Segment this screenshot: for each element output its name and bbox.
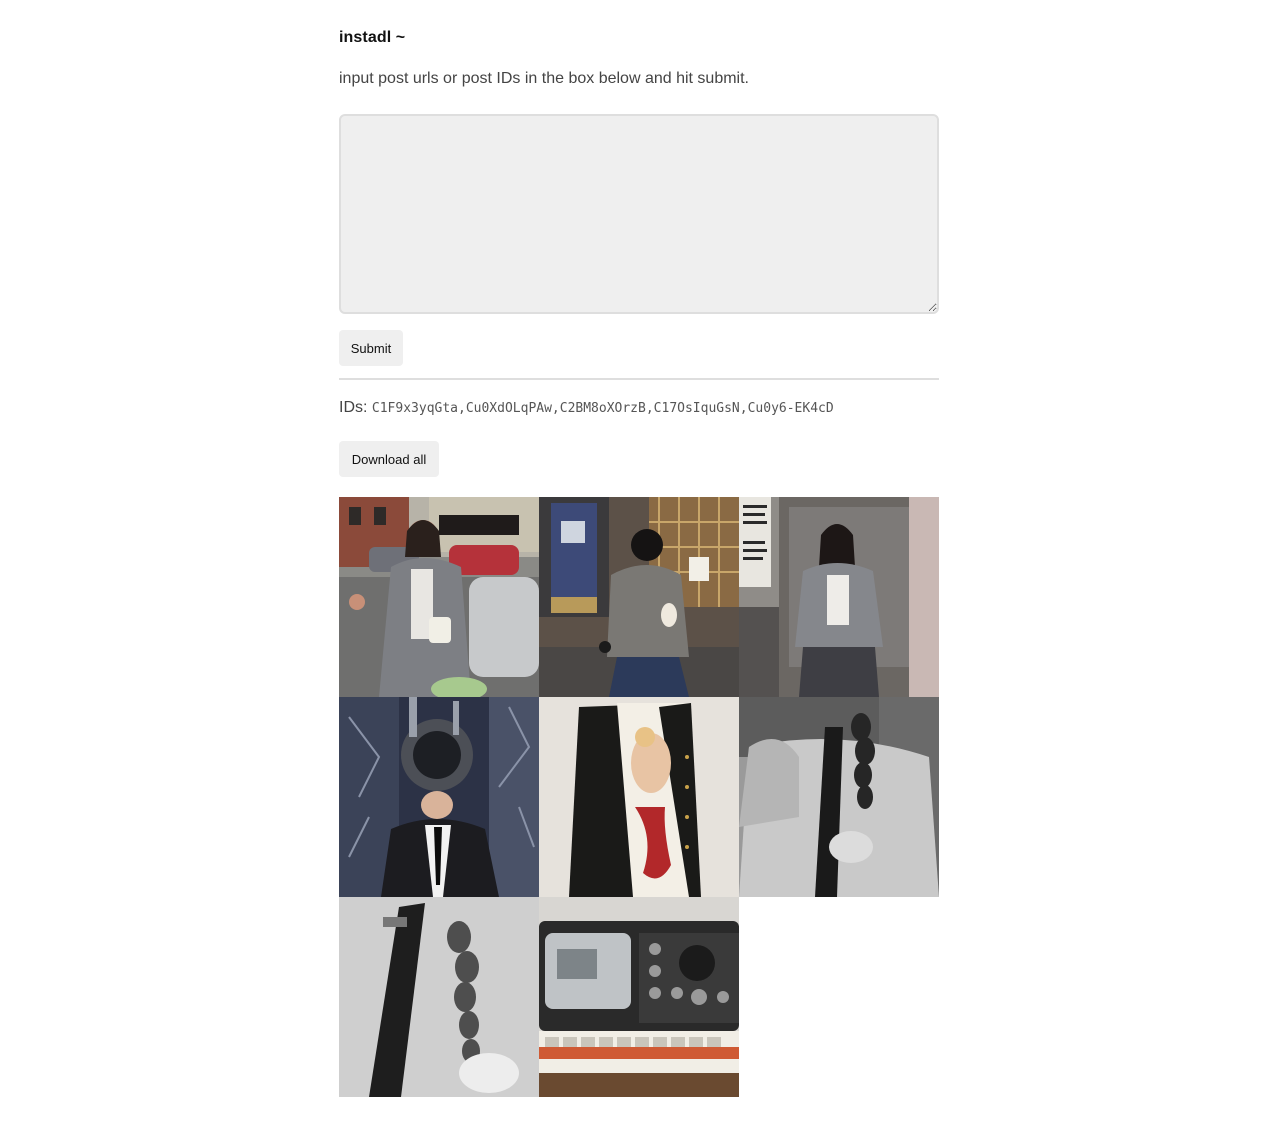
app-title: instadl ~ xyxy=(339,29,406,46)
photo-bw-braid-closeup xyxy=(339,897,539,1097)
ids-line: IDs: C1F9x3yqGta,Cu0XdOLqPAw,C2BM8oXOrzB… xyxy=(339,399,834,417)
instructions-text: input post urls or post IDs in the box b… xyxy=(339,70,749,87)
gallery-image-5[interactable] xyxy=(539,697,739,897)
photo-retro-tv-keyboard xyxy=(539,897,739,1097)
photo-bw-braid-rifle xyxy=(739,697,939,897)
photo-man-mechanical-helmet xyxy=(339,697,539,897)
gallery-image-3[interactable] xyxy=(739,497,939,697)
photo-street-woman-icecream xyxy=(339,497,539,697)
gallery-image-4[interactable] xyxy=(339,697,539,897)
gallery-image-7[interactable] xyxy=(339,897,539,1097)
gallery-image-2[interactable] xyxy=(539,497,739,697)
ids-label: IDs: xyxy=(339,399,368,416)
post-ids-textarea[interactable] xyxy=(339,114,939,314)
gallery-image-8[interactable] xyxy=(539,897,739,1097)
photo-woman-back-blue-door xyxy=(539,497,739,697)
gallery-image-1[interactable] xyxy=(339,497,539,697)
divider xyxy=(339,378,939,380)
ids-value: C1F9x3yqGta,Cu0XdOLqPAw,C2BM8oXOrzB,C17O… xyxy=(371,401,834,416)
gallery-image-6[interactable] xyxy=(739,697,939,897)
download-all-button[interactable]: Download all xyxy=(339,441,439,477)
photo-woman-blazer-storefront xyxy=(739,497,939,697)
submit-button[interactable]: Submit xyxy=(339,330,403,366)
image-gallery xyxy=(339,497,939,1097)
photo-black-coat-pinup xyxy=(539,697,739,897)
